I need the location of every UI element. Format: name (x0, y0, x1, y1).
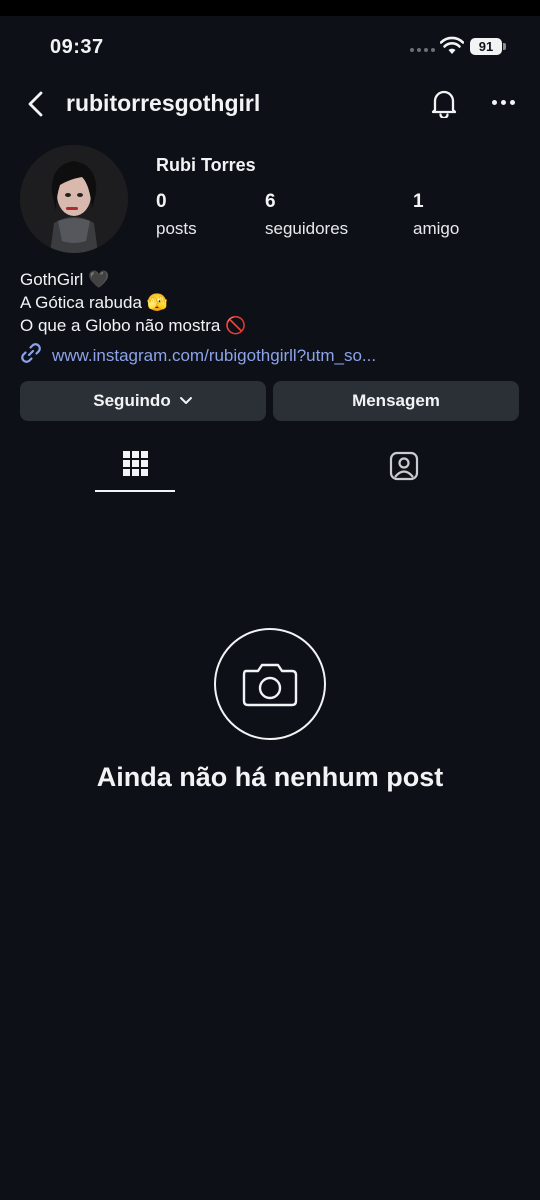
stat-posts: 0 posts (156, 191, 197, 239)
bio-line: GothGirl 🖤 (20, 270, 110, 289)
message-button[interactable]: Mensagem (273, 381, 519, 421)
tagged-person-icon (388, 451, 420, 486)
profile-link[interactable]: www.instagram.com/rubigothgirll?utm_so..… (20, 342, 376, 369)
following-button-label: Seguindo (93, 391, 171, 410)
battery-indicator: 91 (470, 38, 502, 55)
bio-line: O que a Globo não mostra 🚫 (20, 316, 247, 335)
chevron-down-icon (179, 391, 193, 411)
tab-posts-grid[interactable] (95, 445, 175, 492)
wifi-icon (439, 36, 465, 61)
bell-icon[interactable] (430, 88, 458, 123)
profile-tabs (0, 445, 540, 493)
profile-header: rubitorresgothgirl (0, 80, 540, 128)
bio: GothGirl 🖤 A Gótica rabuda 🫣 O que a Glo… (20, 268, 246, 337)
back-arrow-icon[interactable] (24, 90, 46, 123)
stat-followers[interactable]: 6 seguidores (265, 191, 348, 239)
message-button-label: Mensagem (352, 391, 440, 410)
battery-cap (503, 43, 506, 50)
status-bar: 09:37 91 (0, 16, 540, 76)
status-time: 09:37 (50, 36, 104, 58)
stat-posts-value: 0 (156, 191, 167, 212)
camera-icon (240, 657, 300, 716)
grid-icon (123, 451, 148, 481)
stat-followers-label: seguidores (265, 219, 349, 238)
stat-posts-label: posts (156, 219, 197, 238)
active-tab-indicator (95, 490, 175, 492)
cellular-signal-icon (410, 48, 435, 52)
stat-friends[interactable]: 1 amigo (413, 191, 459, 239)
header-username: rubitorresgothgirl (66, 90, 261, 116)
empty-state-camera-circle (214, 628, 326, 740)
more-options-icon[interactable] (492, 100, 515, 105)
top-black-bar (0, 0, 540, 16)
stat-friends-value: 1 (413, 191, 424, 212)
stat-followers-value: 6 (265, 191, 276, 212)
link-icon (20, 342, 42, 369)
display-name: Rubi Torres (156, 155, 256, 175)
stat-friends-label: amigo (413, 219, 460, 238)
following-button[interactable]: Seguindo (20, 381, 266, 421)
empty-state-message: Ainda não há nenhum post (96, 762, 444, 792)
bio-line: A Gótica rabuda 🫣 (20, 293, 168, 312)
tab-tagged[interactable] (388, 450, 420, 487)
avatar[interactable] (20, 145, 128, 253)
link-text: www.instagram.com/rubigothgirll?utm_so..… (52, 345, 377, 365)
